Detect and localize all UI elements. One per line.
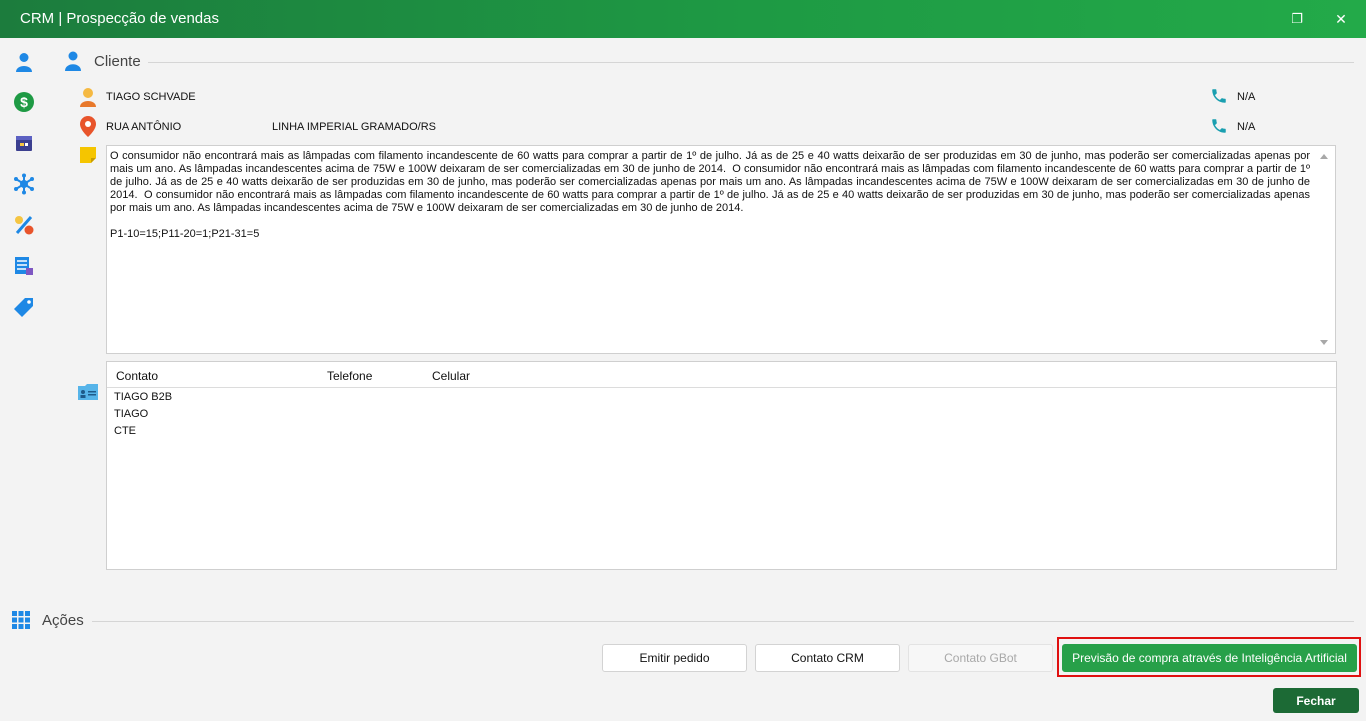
window-close-button[interactable]: ✕ — [1330, 8, 1352, 30]
title-bar: CRM | Prospecção de vendas ❐ ✕ — [0, 0, 1366, 38]
tag-icon — [14, 298, 33, 317]
person-icon — [16, 53, 32, 72]
column-header-celular[interactable]: Celular — [432, 369, 470, 383]
table-row[interactable]: TIAGO — [114, 408, 148, 420]
contacts-table: Contato Telefone Celular TIAGO B2B TIAGO… — [106, 361, 1337, 570]
client-address: RUA ANTÔNIO — [106, 121, 182, 133]
sticky-note-icon — [80, 147, 96, 163]
client-name: TIAGO SCHVADE — [106, 91, 196, 103]
emitir-pedido-button[interactable]: Emitir pedido — [602, 644, 747, 672]
sidebar-item-list[interactable] — [12, 254, 36, 278]
location-pin-icon — [80, 116, 96, 137]
phone-icon — [1212, 119, 1226, 133]
client-notes-text: O consumidor não encontrará mais as lâmp… — [110, 150, 1310, 240]
phone-value-1: N/A — [1237, 91, 1256, 103]
contacts-table-header: Contato Telefone Celular — [107, 362, 1336, 388]
discount-icon — [15, 216, 34, 235]
calendar-icon — [16, 136, 32, 151]
highlight-box — [1057, 637, 1361, 677]
sidebar-item-discount[interactable] — [12, 213, 36, 237]
column-header-telefone[interactable]: Telefone — [327, 369, 372, 383]
svg-text:$: $ — [20, 94, 28, 110]
client-name-icon — [80, 88, 96, 107]
client-city: LINHA IMPERIAL GRAMADO/RS — [272, 121, 437, 133]
restore-button[interactable]: ❐ — [1286, 8, 1308, 30]
sidebar-item-tag[interactable] — [12, 295, 36, 319]
apps-grid-icon — [12, 611, 30, 629]
window-title: CRM | Prospecção de vendas — [20, 10, 219, 27]
table-row[interactable]: TIAGO B2B — [114, 391, 172, 403]
fechar-button[interactable]: Fechar — [1273, 688, 1359, 713]
list-icon — [15, 257, 33, 275]
column-header-contato[interactable]: Contato — [116, 369, 158, 383]
contato-gbot-button[interactable]: Contato GBot — [908, 644, 1053, 672]
sidebar-item-network[interactable] — [12, 172, 36, 196]
sidebar-item-calendar[interactable] — [12, 131, 36, 155]
client-divider — [148, 62, 1354, 63]
contact-card-icon — [78, 384, 98, 400]
scroll-down-icon[interactable] — [1319, 339, 1329, 347]
dollar-icon: $ — [14, 92, 34, 112]
table-row[interactable]: CTE — [114, 425, 136, 437]
phone-value-2: N/A — [1237, 121, 1256, 133]
phone-icon — [1212, 89, 1226, 103]
network-icon — [14, 173, 34, 195]
actions-divider — [92, 621, 1354, 622]
sidebar-item-client[interactable] — [12, 50, 36, 74]
scroll-up-icon[interactable] — [1319, 152, 1329, 160]
contato-crm-button[interactable]: Contato CRM — [755, 644, 900, 672]
client-section-title: Cliente — [94, 53, 141, 70]
actions-section-title: Ações — [42, 612, 84, 629]
sidebar-item-finance[interactable]: $ — [12, 90, 36, 114]
client-notes-textarea[interactable]: O consumidor não encontrará mais as lâmp… — [106, 145, 1336, 354]
client-section-icon — [65, 51, 81, 71]
